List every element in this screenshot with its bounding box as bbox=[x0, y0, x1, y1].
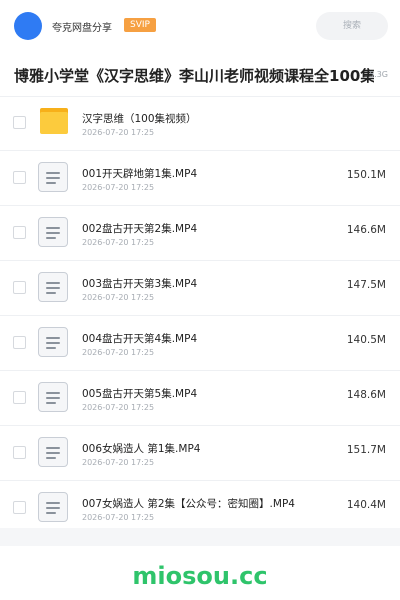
file-name: 004盘古开天第4集.MP4 bbox=[82, 333, 198, 345]
file-date: 2026-07-20 17:25 bbox=[82, 348, 155, 357]
file-name: 006女娲造人 第1集.MP4 bbox=[82, 443, 201, 455]
file-date: 2026-07-20 17:25 bbox=[82, 183, 155, 192]
file-name: 003盘古开天第3集.MP4 bbox=[82, 278, 198, 290]
checkbox[interactable] bbox=[13, 116, 26, 129]
file-date: 2026-07-20 17:25 bbox=[82, 513, 155, 522]
file-size: 150.1M bbox=[346, 169, 386, 181]
list-item[interactable]: 005盘古开天第5集.MP4 2026-07-20 17:25 148.6M bbox=[0, 371, 400, 426]
video-file-icon bbox=[38, 382, 68, 412]
file-date: 2026-07-20 17:25 bbox=[82, 128, 155, 137]
list-item-folder[interactable]: 汉字思维（100集视频） 2026-07-20 17:25 bbox=[0, 96, 400, 151]
file-size: 148.6M bbox=[346, 389, 386, 401]
checkbox[interactable] bbox=[13, 391, 26, 404]
list-item[interactable]: 001开天辟地第1集.MP4 2026-07-20 17:25 150.1M bbox=[0, 151, 400, 206]
file-name: 001开天辟地第1集.MP4 bbox=[82, 168, 198, 180]
site-name: 夸克网盘分享 bbox=[52, 23, 112, 34]
total-size: 5.3G bbox=[369, 70, 388, 79]
top-bar: 夸克网盘分享 SVIP 搜索 bbox=[0, 0, 400, 50]
file-date: 2026-07-20 17:25 bbox=[82, 403, 155, 412]
list-item[interactable]: 002盘古开天第2集.MP4 2026-07-20 17:25 146.6M bbox=[0, 206, 400, 261]
video-file-icon bbox=[38, 162, 68, 192]
file-name: 002盘古开天第2集.MP4 bbox=[82, 223, 198, 235]
file-name: 007女娲造人 第2集【公众号：密知圈】.MP4 bbox=[82, 498, 295, 510]
search-input[interactable]: 搜索 bbox=[316, 12, 388, 40]
video-file-icon bbox=[38, 437, 68, 467]
file-size: 151.7M bbox=[346, 444, 386, 456]
file-size: 147.5M bbox=[346, 279, 386, 291]
file-size: 146.6M bbox=[346, 224, 386, 236]
checkbox[interactable] bbox=[13, 501, 26, 514]
checkbox[interactable] bbox=[13, 171, 26, 184]
checkbox[interactable] bbox=[13, 226, 26, 239]
list-item[interactable]: 003盘古开天第3集.MP4 2026-07-20 17:25 147.5M bbox=[0, 261, 400, 316]
file-date: 2026-07-20 17:25 bbox=[82, 238, 155, 247]
svip-badge: SVIP bbox=[124, 18, 156, 32]
file-name: 汉字思维（100集视频） bbox=[82, 113, 197, 125]
checkbox[interactable] bbox=[13, 281, 26, 294]
share-title-bar: 博雅小学堂《汉字思维》李山川老师视频课程全100集 5.3G bbox=[0, 56, 400, 97]
list-item[interactable]: 006女娲造人 第1集.MP4 2026-07-20 17:25 151.7M bbox=[0, 426, 400, 481]
section-divider bbox=[0, 528, 400, 546]
video-file-icon bbox=[38, 492, 68, 522]
file-date: 2026-07-20 17:25 bbox=[82, 458, 155, 467]
checkbox[interactable] bbox=[13, 336, 26, 349]
watermark: miosou.cc bbox=[132, 562, 268, 590]
file-name: 005盘古开天第5集.MP4 bbox=[82, 388, 198, 400]
avatar[interactable] bbox=[14, 12, 42, 40]
video-file-icon bbox=[38, 272, 68, 302]
page-title: 博雅小学堂《汉字思维》李山川老师视频课程全100集 bbox=[14, 67, 374, 85]
file-size: 140.5M bbox=[346, 334, 386, 346]
checkbox[interactable] bbox=[13, 446, 26, 459]
list-item[interactable]: 004盘古开天第4集.MP4 2026-07-20 17:25 140.5M bbox=[0, 316, 400, 371]
file-date: 2026-07-20 17:25 bbox=[82, 293, 155, 302]
file-size: 140.4M bbox=[346, 499, 386, 511]
file-list: 汉字思维（100集视频） 2026-07-20 17:25 001开天辟地第1集… bbox=[0, 96, 400, 536]
video-file-icon bbox=[38, 217, 68, 247]
folder-icon bbox=[40, 108, 68, 134]
video-file-icon bbox=[38, 327, 68, 357]
